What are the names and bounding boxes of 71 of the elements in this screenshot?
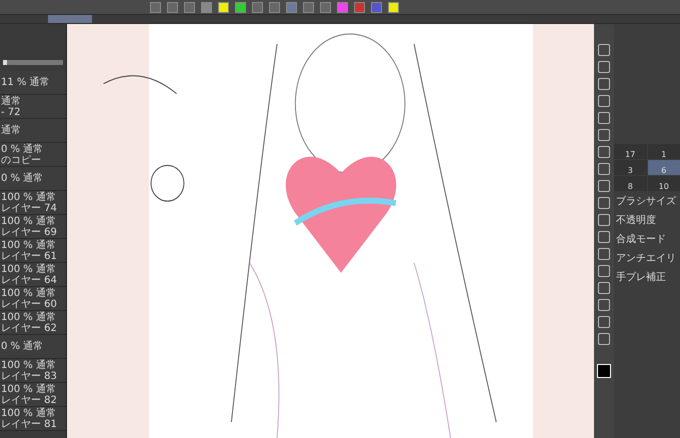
brush-size[interactable]: 6 (648, 160, 680, 175)
brush-size[interactable]: 3 (614, 160, 646, 175)
tool-icon[interactable] (598, 146, 610, 158)
layer-mode: 通常 (1, 96, 22, 106)
tool-icon[interactable] (598, 112, 610, 124)
layer-name: レイヤー 83 (1, 370, 58, 382)
layer-row[interactable]: 100 % 通常 レイヤー 64 (0, 263, 66, 287)
layer-row[interactable]: 100 % 通常 レイヤー 60 (0, 287, 66, 311)
layer-mode: 100 % 通常 (1, 192, 57, 202)
toolbar-icon[interactable] (235, 2, 246, 12)
tool-icon[interactable] (598, 163, 610, 175)
brush-size[interactable]: 10 (648, 176, 680, 191)
layer-mode: 100 % 通常 (1, 240, 57, 250)
layer-name: レイヤー 81 (1, 418, 58, 430)
tool-icon[interactable] (598, 282, 610, 294)
property-label: 手ブレ補正 (615, 270, 667, 285)
opacity-slider[interactable] (3, 60, 63, 65)
color-swatch[interactable] (597, 364, 611, 378)
toolbar-icon[interactable] (388, 2, 399, 12)
layer-mode: 100 % 通常 (1, 408, 57, 418)
tool-icon[interactable] (598, 95, 610, 107)
property-label: アンチエイリ (615, 252, 677, 266)
property-label: 合成モード (615, 232, 667, 247)
layer-name: - 72 (1, 106, 22, 118)
layer-row[interactable]: 100 % 通常 レイヤー 69 (0, 215, 66, 239)
layer-mode: 100 % 通常 (1, 288, 57, 298)
layer-name: レイヤー 74 (1, 202, 58, 214)
tool-icon[interactable] (598, 248, 610, 260)
tool-icon[interactable] (598, 180, 610, 192)
brush-size[interactable]: 17 (614, 144, 646, 159)
layer-row[interactable]: 0 % 通常 のコピー (0, 143, 66, 167)
layer-name: レイヤー 60 (1, 298, 58, 310)
property-label: ブラシサイズ (615, 194, 677, 209)
brush-size[interactable]: 1 (648, 144, 680, 159)
layer-mode: 100 % 通常 (1, 216, 57, 226)
layer-mode: 0 % 通常 (1, 144, 44, 154)
layer-row[interactable]: 100 % 通常 レイヤー 81 (0, 407, 66, 431)
layer-name: のコピー (1, 154, 42, 166)
tool-icon[interactable] (598, 214, 610, 226)
layer-mode: 0 % 通常 (1, 341, 44, 352)
brush-size[interactable]: 8 (614, 176, 646, 191)
layer-name: レイヤー 69 (1, 226, 58, 238)
layer-row[interactable]: 100 % 通常 レイヤー 62 (0, 311, 66, 335)
layer-mode: 0 % 通常 (1, 173, 44, 184)
layer-name: レイヤー 62 (1, 322, 58, 334)
layer-mode: 100 % 通常 (1, 360, 57, 370)
layer-mode: 通常 (1, 125, 22, 136)
tool-icon[interactable] (598, 316, 610, 328)
layer-name: レイヤー 64 (1, 274, 58, 286)
layer-row[interactable]: 100 % 通常 レイヤー 83 (0, 359, 66, 383)
layer-mode: 100 % 通常 (1, 312, 57, 322)
tool-icon[interactable] (598, 78, 610, 90)
layer-row[interactable]: 100 % 通常 レイヤー 61 (0, 239, 66, 263)
layer-row[interactable]: 100 % 通常 レイヤー 82 (0, 383, 66, 407)
layer-mode: 100 % 通常 (1, 384, 57, 394)
tool-icon[interactable] (598, 61, 610, 73)
layer-row[interactable]: 100 % 通常 レイヤー 74 (0, 191, 66, 215)
layer-name: レイヤー 82 (1, 394, 58, 406)
tool-icon[interactable] (598, 231, 610, 243)
property-label: 不透明度 (615, 214, 657, 228)
layer-row[interactable]: 通常 - 72 (0, 95, 66, 119)
layer-mode: 11 % 通常 (1, 77, 51, 88)
layer-name: レイヤー 61 (1, 250, 58, 262)
tool-icon[interactable] (598, 129, 610, 141)
tool-icon[interactable] (598, 299, 610, 311)
toolbar-icon[interactable] (218, 2, 229, 12)
tool-icon[interactable] (598, 333, 610, 345)
layer-mode: 100 % 通常 (1, 264, 57, 274)
tool-icon[interactable] (598, 265, 610, 277)
tool-icon[interactable] (598, 44, 610, 56)
tool-icon[interactable] (598, 197, 610, 209)
